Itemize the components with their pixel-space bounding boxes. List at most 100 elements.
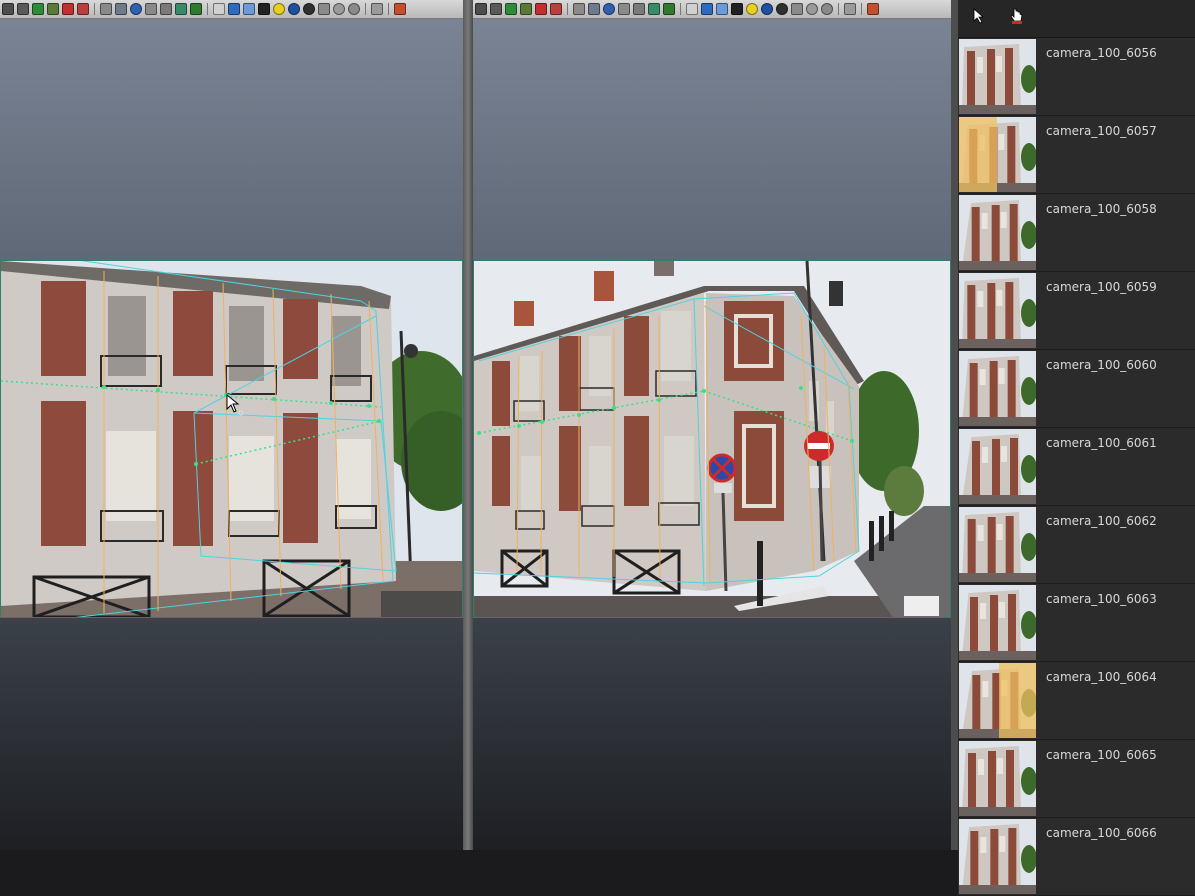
dome-icon[interactable] xyxy=(791,3,803,15)
camera-thumbnail xyxy=(959,507,1036,582)
camera-list-item[interactable]: camera_100_6058 xyxy=(958,194,1195,272)
camera-thumbnail xyxy=(959,429,1036,504)
sphere-dark-icon[interactable] xyxy=(776,3,788,15)
texture-icon[interactable] xyxy=(175,3,187,15)
text-icon[interactable] xyxy=(663,3,675,15)
camera-list-item[interactable]: camera_100_6064 xyxy=(958,662,1195,740)
camera-list-item[interactable]: camera_100_6057 xyxy=(958,116,1195,194)
camera-list: camera_100_6056 camera_100_6057 camera_100… xyxy=(958,38,1195,896)
image-plane-icon[interactable] xyxy=(115,3,127,15)
solid-cube-icon[interactable] xyxy=(701,3,713,15)
chart-icon[interactable] xyxy=(505,3,517,15)
layers-icon[interactable] xyxy=(490,3,502,15)
camera-thumbnail xyxy=(959,39,1036,114)
right-viewport[interactable] xyxy=(473,0,951,850)
sphere-shaded-icon[interactable] xyxy=(288,3,300,15)
layers-icon[interactable] xyxy=(17,3,29,15)
camera-label: camera_100_6059 xyxy=(1046,280,1157,294)
sphere-icon[interactable] xyxy=(130,3,142,15)
camera-label: camera_100_6063 xyxy=(1046,592,1157,606)
camera-list-panel: camera_100_6056 camera_100_6057 camera_100… xyxy=(958,0,1195,896)
right-photo-view[interactable] xyxy=(473,260,951,618)
camera-label: camera_100_6065 xyxy=(1046,748,1157,762)
half-sphere-icon[interactable] xyxy=(348,3,360,15)
shaded-cube-icon[interactable] xyxy=(243,3,255,15)
target-icon[interactable] xyxy=(535,3,547,15)
shaded-cube-icon[interactable] xyxy=(716,3,728,15)
camera-label: camera_100_6058 xyxy=(1046,202,1157,216)
texture-icon[interactable] xyxy=(648,3,660,15)
camera-list-item[interactable]: camera_100_6065 xyxy=(958,740,1195,818)
toolbar-separator xyxy=(365,3,366,15)
sphere-shaded-icon[interactable] xyxy=(761,3,773,15)
select-arrow-icon[interactable] xyxy=(968,5,990,27)
grid-plane-icon[interactable] xyxy=(100,3,112,15)
left-viewport[interactable] xyxy=(0,0,463,850)
camera-thumbnail xyxy=(959,195,1036,270)
box-icon[interactable] xyxy=(618,3,630,15)
toolbar-separator xyxy=(680,3,681,15)
light-icon[interactable] xyxy=(746,3,758,15)
camera-thumbnail xyxy=(959,117,1036,192)
hemisphere-icon[interactable] xyxy=(806,3,818,15)
cube-edit-icon[interactable] xyxy=(47,3,59,15)
camera-label: camera_100_6064 xyxy=(1046,670,1157,684)
wireframe-cube-icon[interactable] xyxy=(686,3,698,15)
checker-icon[interactable] xyxy=(258,3,270,15)
light-icon[interactable] xyxy=(273,3,285,15)
eraser-icon[interactable] xyxy=(550,3,562,15)
camera-icon[interactable] xyxy=(2,3,14,15)
grid-plane-icon[interactable] xyxy=(573,3,585,15)
cylinder-icon[interactable] xyxy=(844,3,856,15)
sphere-dark-icon[interactable] xyxy=(303,3,315,15)
camera-list-item[interactable]: camera_100_6059 xyxy=(958,272,1195,350)
left-photo-view[interactable] xyxy=(0,260,463,618)
eraser-icon[interactable] xyxy=(77,3,89,15)
solid-cube-icon[interactable] xyxy=(228,3,240,15)
checker-icon[interactable] xyxy=(731,3,743,15)
camera-list-item[interactable]: camera_100_6066 xyxy=(958,818,1195,896)
cube-edit-icon[interactable] xyxy=(520,3,532,15)
camera-thumbnail xyxy=(959,351,1036,426)
camera-list-item[interactable]: camera_100_6056 xyxy=(958,38,1195,116)
dome-icon[interactable] xyxy=(318,3,330,15)
camera-label: camera_100_6061 xyxy=(1046,436,1157,450)
right-viewport-toolbar xyxy=(473,0,951,19)
panel-splitter[interactable] xyxy=(951,0,958,850)
hemisphere-icon[interactable] xyxy=(333,3,345,15)
camera-list-item[interactable]: camera_100_6061 xyxy=(958,428,1195,506)
camera-label: camera_100_6057 xyxy=(1046,124,1157,138)
camera-thumbnail xyxy=(959,741,1036,816)
toolbar-separator xyxy=(94,3,95,15)
camera-thumbnail xyxy=(959,273,1036,348)
camera-thumbnail xyxy=(959,663,1036,738)
image-plane-icon[interactable] xyxy=(588,3,600,15)
mouse-cursor-icon xyxy=(226,394,244,416)
half-sphere-icon[interactable] xyxy=(821,3,833,15)
camera-list-item[interactable]: camera_100_6062 xyxy=(958,506,1195,584)
cross-box-icon[interactable] xyxy=(160,3,172,15)
target-icon[interactable] xyxy=(62,3,74,15)
left-viewport-toolbar xyxy=(0,0,463,19)
exit-icon[interactable] xyxy=(394,3,406,15)
text-icon[interactable] xyxy=(190,3,202,15)
camera-icon[interactable] xyxy=(475,3,487,15)
camera-list-item[interactable]: camera_100_6060 xyxy=(958,350,1195,428)
right-building-image xyxy=(474,261,950,617)
cross-box-icon[interactable] xyxy=(633,3,645,15)
sphere-icon[interactable] xyxy=(603,3,615,15)
wireframe-cube-icon[interactable] xyxy=(213,3,225,15)
viewport-splitter[interactable] xyxy=(463,0,473,850)
camera-label: camera_100_6060 xyxy=(1046,358,1157,372)
camera-thumbnail xyxy=(959,585,1036,660)
cylinder-icon[interactable] xyxy=(371,3,383,15)
toolbar-separator xyxy=(388,3,389,15)
camera-list-item[interactable]: camera_100_6063 xyxy=(958,584,1195,662)
chart-icon[interactable] xyxy=(32,3,44,15)
camera-label: camera_100_6056 xyxy=(1046,46,1157,60)
box-icon[interactable] xyxy=(145,3,157,15)
exit-icon[interactable] xyxy=(867,3,879,15)
toolbar-separator xyxy=(838,3,839,15)
hand-pointer-icon[interactable] xyxy=(1006,5,1028,27)
toolbar-separator xyxy=(861,3,862,15)
